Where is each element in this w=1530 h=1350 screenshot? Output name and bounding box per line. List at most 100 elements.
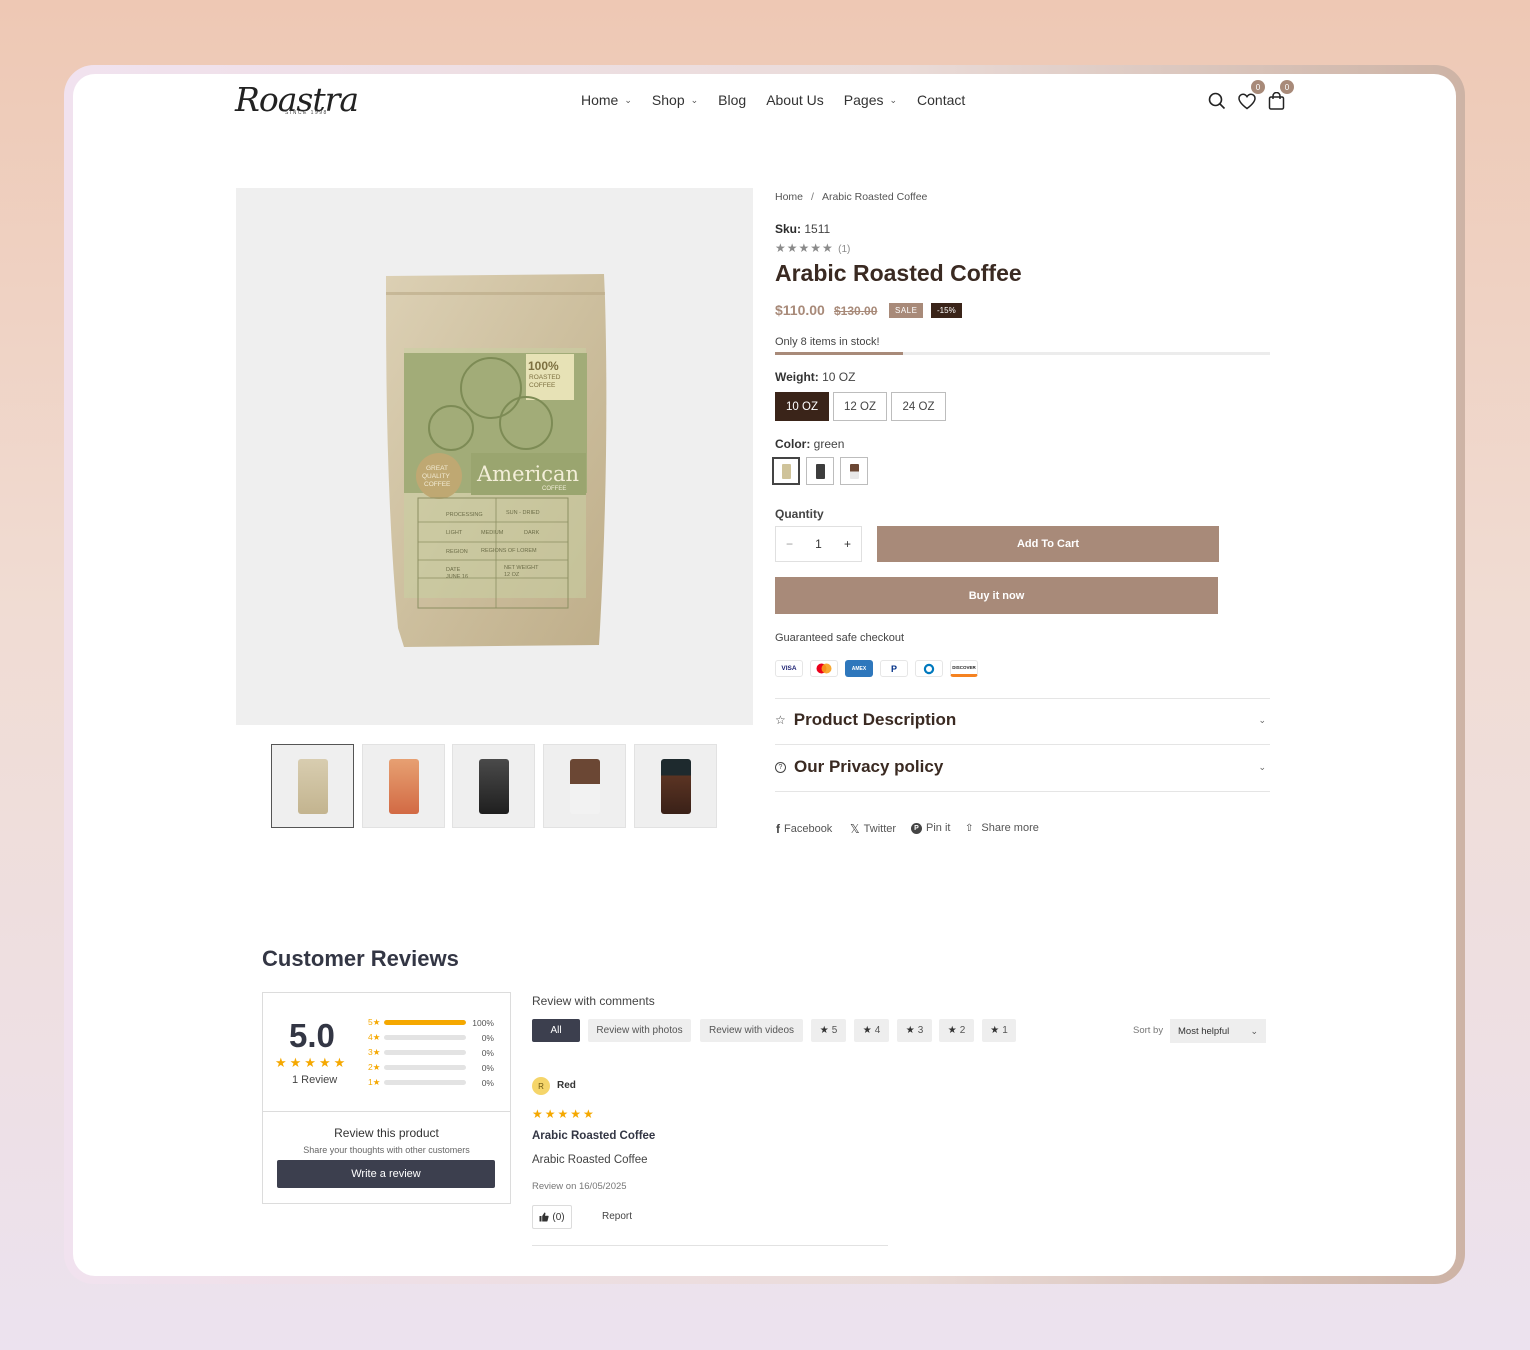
filter-1-star[interactable]: ★ 1 <box>982 1019 1016 1042</box>
thumbnail-5[interactable] <box>634 744 717 828</box>
rating-bar-track <box>384 1050 466 1055</box>
filter-5-stars[interactable]: ★ 5 <box>811 1019 846 1042</box>
color-swatch-black[interactable] <box>806 457 834 485</box>
wishlist-button[interactable]: 0 <box>1236 80 1265 112</box>
rating-bar-4[interactable]: 4★ 0% <box>368 1032 494 1043</box>
thumbnail-4[interactable] <box>543 744 626 828</box>
cart-count-badge: 0 <box>1280 80 1294 94</box>
chevron-down-icon: ⌄ <box>624 94 632 105</box>
color-label-text: Color: <box>775 437 811 451</box>
rating-bar-5[interactable]: 5★ 100% <box>368 1017 494 1028</box>
weight-option-24oz[interactable]: 24 OZ <box>891 392 946 421</box>
nav-home[interactable]: Home ⌄ <box>581 92 632 108</box>
thumbs-up-icon <box>539 1212 550 1222</box>
breadcrumb-home[interactable]: Home <box>775 191 803 203</box>
filter-photos[interactable]: Review with photos <box>588 1019 691 1042</box>
nav-label: Home <box>581 92 619 108</box>
quantity-stepper: − 1 + <box>775 526 862 562</box>
thumbnail-2[interactable] <box>362 744 445 828</box>
chevron-down-icon: ⌄ <box>1250 1025 1258 1036</box>
minus-icon[interactable]: − <box>786 537 793 551</box>
rating-bar-star-count: 3 <box>368 1047 373 1057</box>
bag-table-cell: 12 OZ <box>504 572 520 578</box>
filter-videos[interactable]: Review with videos <box>700 1019 803 1042</box>
share-facebook[interactable]: f Facebook <box>776 822 832 836</box>
divider <box>775 698 1270 699</box>
rating-bar-3[interactable]: 3★ 0% <box>368 1047 494 1058</box>
filter-3-stars[interactable]: ★ 3 <box>897 1019 932 1042</box>
helpful-button[interactable]: (0) <box>532 1205 572 1229</box>
share-label: Facebook <box>784 823 833 835</box>
breadcrumb-separator: / <box>811 191 814 203</box>
thumbnail-bag <box>478 758 509 814</box>
search-icon[interactable] <box>1206 90 1228 112</box>
buy-now-button[interactable]: Buy it now <box>775 577 1218 614</box>
nav-blog[interactable]: Blog <box>718 92 746 108</box>
logo-tagline: SINCE 1998 <box>285 110 328 116</box>
color-label: Color: green <box>775 437 844 451</box>
bag-brand: American <box>476 462 579 486</box>
nav-label: About Us <box>766 92 824 108</box>
rating-bar-percent: 0% <box>481 1062 494 1073</box>
visa-icon: VISA <box>775 660 803 677</box>
cart-bag-icon <box>1268 92 1284 110</box>
review-title: Arabic Roasted Coffee <box>532 1130 656 1142</box>
accordion-product-description[interactable]: ☆ Product Description ⌄ <box>775 710 1270 730</box>
mastercard-icon <box>810 660 838 677</box>
breadcrumb: Home / Arabic Roasted Coffee <box>775 191 927 203</box>
product-rating[interactable]: ★★★★★ (1) <box>775 241 850 255</box>
rating-bar-label: 3★ <box>368 1047 381 1057</box>
rating-bar-1[interactable]: 1★ 0% <box>368 1077 494 1088</box>
nav-pages[interactable]: Pages ⌄ <box>844 92 897 108</box>
color-swatch-brown[interactable] <box>840 457 868 485</box>
weight-option-12oz[interactable]: 12 OZ <box>833 392 887 421</box>
stock-bar-fill <box>775 352 903 355</box>
product-main-image[interactable]: 100% ROASTED COFFEE GREAT QUALITY COFFEE… <box>236 188 753 725</box>
divider <box>532 1245 888 1246</box>
swatch-bag <box>781 463 791 479</box>
x-twitter-icon: 𝕏 <box>850 822 860 836</box>
bag-table-cell: DARK <box>524 530 540 536</box>
review-stars: ★★★★★ <box>532 1107 596 1121</box>
sale-badge: SALE <box>889 303 924 318</box>
add-to-cart-button[interactable]: Add To Cart <box>877 526 1219 562</box>
quantity-value[interactable]: 1 <box>815 537 822 551</box>
bag-table-cell: DATE <box>446 567 461 573</box>
share-label: Pin it <box>926 822 951 834</box>
nav-about[interactable]: About Us <box>766 92 824 108</box>
filter-all[interactable]: All <box>532 1019 580 1042</box>
nav-shop[interactable]: Shop ⌄ <box>652 92 698 108</box>
nav-label: Shop <box>651 92 685 108</box>
thumbnail-bag <box>388 758 419 814</box>
coffee-bag-illustration: 100% ROASTED COFFEE GREAT QUALITY COFFEE… <box>386 274 607 647</box>
star-icon: ★ <box>862 1025 872 1036</box>
bag-table-cell: NET WEIGHT <box>504 565 539 571</box>
plus-icon[interactable]: + <box>844 537 851 551</box>
rating-bar-star-count: 1 <box>368 1077 373 1087</box>
share-icon: ⇧ <box>965 822 974 834</box>
nav-label: Contact <box>917 92 966 108</box>
filter-label: 4 <box>874 1025 881 1036</box>
report-link[interactable]: Report <box>602 1211 632 1222</box>
quantity-label: Quantity <box>775 507 824 521</box>
rating-bar-label: 1★ <box>368 1077 381 1087</box>
weight-option-10oz[interactable]: 10 OZ <box>775 392 829 421</box>
reviews-heading: Customer Reviews <box>262 946 459 971</box>
avatar: R <box>532 1077 550 1095</box>
filter-2-stars[interactable]: ★ 2 <box>939 1019 974 1042</box>
rating-bar-track <box>384 1065 466 1070</box>
share-more[interactable]: ⇧ Share more <box>965 822 1039 834</box>
share-twitter[interactable]: 𝕏 Twitter <box>850 822 896 836</box>
thumbnail-1[interactable] <box>271 744 354 828</box>
bag-table-cell: PROCESSING <box>446 512 483 518</box>
sort-select[interactable]: Most helpful ⌄ <box>1170 1019 1266 1043</box>
rating-bar-2[interactable]: 2★ 0% <box>368 1062 494 1073</box>
share-pinterest[interactable]: P Pin it <box>911 822 950 834</box>
color-swatch-green[interactable] <box>772 457 800 485</box>
cart-button[interactable]: 0 <box>1265 80 1294 112</box>
write-review-button[interactable]: Write a review <box>277 1160 495 1188</box>
thumbnail-3[interactable] <box>452 744 535 828</box>
accordion-privacy-policy[interactable]: ? Our Privacy policy ⌄ <box>775 757 1270 777</box>
filter-4-stars[interactable]: ★ 4 <box>854 1019 889 1042</box>
nav-contact[interactable]: Contact <box>917 92 965 108</box>
